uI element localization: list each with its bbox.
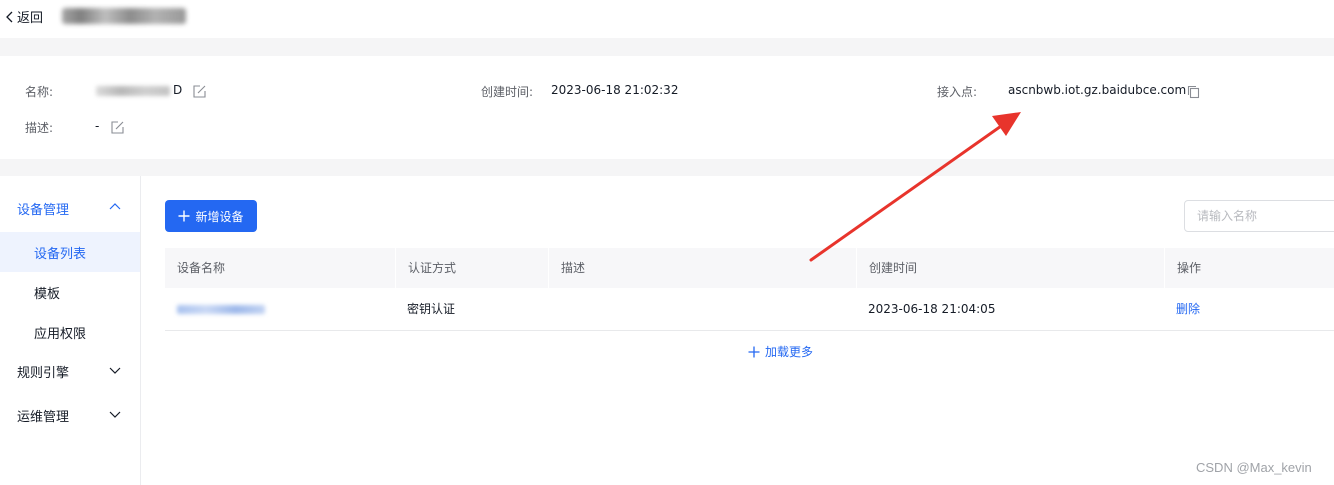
table-row: 密钥认证 2023-06-18 21:04:05 删除 (165, 288, 1334, 331)
sidebar-group-device-management[interactable]: 设备管理 (0, 190, 140, 226)
column-header-created: 创建时间 (856, 248, 1163, 288)
edit-icon[interactable] (110, 120, 125, 135)
created-value: 2023-06-18 21:02:32 (551, 83, 679, 97)
table-header: 设备名称 认证方式 描述 创建时间 操作 (165, 248, 1334, 288)
sidebar-group-rule-engine[interactable]: 规则引擎 (0, 353, 140, 389)
sidebar-group-label: 规则引擎 (17, 365, 70, 381)
column-header-device-name: 设备名称 (177, 261, 226, 275)
back-label: 返回 (17, 11, 44, 26)
created-label: 创建时间: (481, 85, 534, 99)
back-button[interactable]: 返回 (5, 7, 43, 26)
search-input[interactable] (1184, 200, 1334, 232)
desc-label: 描述: (25, 121, 54, 135)
sidebar-item-label: 设备列表 (34, 246, 87, 262)
sidebar-item-app-permission[interactable]: 应用权限 (0, 312, 140, 352)
sidebar-group-label: 设备管理 (17, 202, 70, 218)
chevron-up-icon (109, 203, 121, 210)
endpoint-value: ascnbwb.iot.gz.baidubce.com (1008, 83, 1187, 97)
endpoint-label: 接入点: (937, 85, 978, 99)
name-value-obfuscated (96, 86, 170, 96)
plus-icon (178, 210, 190, 222)
load-more-button[interactable]: 加载更多 (748, 343, 813, 360)
page-title-obfuscated (62, 8, 186, 24)
sidebar-group-label: 运维管理 (17, 409, 70, 425)
chevron-down-icon (109, 411, 121, 418)
sidebar: 设备管理 设备列表 模板 应用权限 规则引擎 运维管理 (0, 176, 141, 485)
auth-cell: 密钥认证 (407, 302, 456, 316)
load-more-label: 加载更多 (765, 345, 814, 359)
add-device-label: 新增设备 (195, 209, 244, 224)
column-header-desc: 描述 (548, 248, 855, 288)
sidebar-item-label: 模板 (34, 286, 61, 302)
column-header-action: 操作 (1164, 248, 1334, 288)
edit-icon[interactable] (192, 84, 207, 99)
chevron-left-icon (6, 11, 13, 22)
instance-info-card: 名称: D 描述: - 创建时间: 2023-06-18 21:02:32 接入… (0, 56, 1334, 159)
chevron-down-icon (109, 367, 121, 374)
plus-icon (748, 346, 760, 357)
name-label: 名称: (25, 85, 54, 99)
top-bar: 返回 (0, 0, 1334, 38)
delete-link[interactable]: 删除 (1164, 288, 1334, 330)
desc-value: - (95, 119, 100, 133)
add-device-button[interactable]: 新增设备 (165, 200, 257, 232)
name-value: D (173, 83, 183, 97)
sidebar-item-template[interactable]: 模板 (0, 272, 140, 312)
watermark: CSDN @Max_kevin (1196, 460, 1312, 475)
copy-icon[interactable] (1187, 85, 1200, 99)
device-name-link[interactable] (165, 288, 394, 330)
created-cell: 2023-06-18 21:04:05 (868, 302, 996, 316)
desc-cell (548, 288, 855, 330)
sidebar-group-ops-management[interactable]: 运维管理 (0, 397, 140, 433)
device-name-obfuscated (177, 305, 265, 314)
sidebar-item-device-list[interactable]: 设备列表 (0, 232, 140, 272)
column-header-auth: 认证方式 (395, 248, 547, 288)
main-content: 新增设备 设备名称 认证方式 描述 创建时间 操作 密钥认证 2023-06-1… (141, 176, 1334, 485)
sidebar-item-label: 应用权限 (34, 326, 87, 342)
